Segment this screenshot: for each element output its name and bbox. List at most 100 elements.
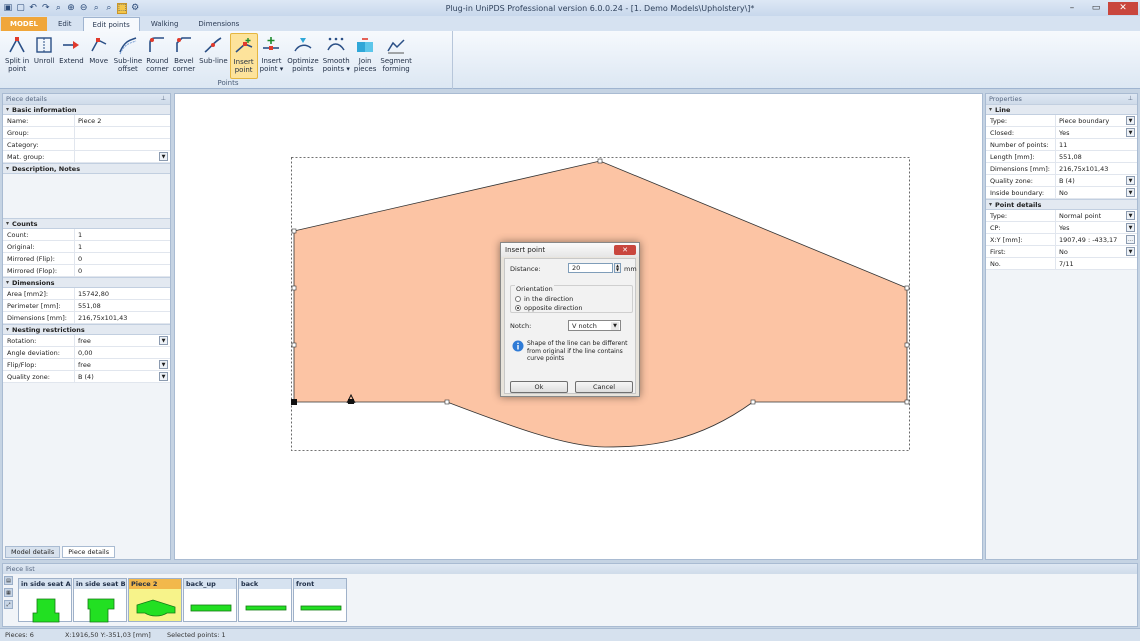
property-row[interactable]: Quality zone: B (4) ▼ — [986, 175, 1137, 187]
tab-edit[interactable]: Edit — [49, 17, 81, 31]
section-header[interactable]: ▾ Point details — [986, 199, 1137, 210]
property-value[interactable]: Piece 2 — [75, 115, 170, 126]
zoom-out-icon[interactable]: ⊖ — [79, 3, 89, 14]
property-row[interactable]: Mirrored (Flip): 0 — [3, 253, 170, 265]
property-value[interactable]: free ▼ — [75, 335, 170, 346]
chevron-down-icon[interactable]: ▼ — [159, 360, 168, 369]
section-header[interactable]: ▾ Line — [986, 104, 1137, 115]
collapse-icon[interactable]: ▾ — [3, 165, 12, 172]
property-row[interactable]: X:Y [mm]: 1907,49 : -433,17… — [986, 234, 1137, 246]
property-value[interactable]: 1 — [75, 229, 170, 240]
redo-icon[interactable]: ↷ — [41, 3, 51, 14]
selected-point[interactable] — [291, 399, 297, 405]
chevron-down-icon[interactable]: ▼ — [1126, 247, 1135, 256]
property-row[interactable]: First: No ▼ — [986, 246, 1137, 258]
tab-walking[interactable]: Walking — [142, 17, 188, 31]
property-value[interactable]: ▼ — [75, 151, 170, 162]
bevel-corner-button[interactable]: Bevel corner — [171, 33, 198, 79]
property-row[interactable]: Name: Piece 2 — [3, 115, 170, 127]
close-icon[interactable]: ✕ — [1108, 1, 1138, 15]
chevron-down-icon[interactable]: ▼ — [1126, 188, 1135, 197]
insert-point-button[interactable]: Insert point — [229, 33, 258, 79]
property-value[interactable]: 7/11 — [1056, 258, 1137, 269]
grid-view-icon[interactable]: ▦ — [4, 588, 13, 597]
property-row[interactable]: Perimeter [mm]: 551,08 — [3, 300, 170, 312]
move-button[interactable]: Move — [86, 33, 112, 79]
inserted-point[interactable] — [348, 399, 354, 404]
property-value[interactable]: 551,08 — [75, 300, 170, 311]
property-value[interactable]: Yes ▼ — [1056, 222, 1137, 233]
property-row[interactable]: CP: Yes ▼ — [986, 222, 1137, 234]
property-value[interactable] — [75, 139, 170, 150]
chevron-down-icon[interactable]: ▼ — [1126, 176, 1135, 185]
minimize-icon[interactable]: – — [1060, 2, 1084, 15]
property-row[interactable]: Type: Normal point ▼ — [986, 210, 1137, 222]
property-value[interactable]: 0 — [75, 253, 170, 264]
pin-icon[interactable]: ⊥ — [161, 94, 166, 104]
chevron-down-icon[interactable]: ▼ — [1126, 116, 1135, 125]
chevron-down-icon[interactable]: ▼ — [611, 322, 619, 330]
zoom-in-icon[interactable]: ⊕ — [66, 3, 76, 14]
property-row[interactable]: Dimensions [mm]: 216,75x101,43 — [3, 312, 170, 324]
distance-input[interactable]: 20 — [568, 263, 613, 273]
chevron-down-icon[interactable]: ▼ — [1126, 128, 1135, 137]
fit-view-icon[interactable]: ⤢ — [4, 600, 13, 609]
property-row[interactable]: Original: 1 — [3, 241, 170, 253]
property-value[interactable]: B (4) ▼ — [1056, 175, 1137, 186]
collapse-icon[interactable]: ▾ — [3, 106, 12, 113]
property-value[interactable]: No ▼ — [1056, 187, 1137, 198]
property-value[interactable]: 1907,49 : -433,17… — [1056, 234, 1137, 245]
maximize-icon[interactable]: ▭ — [1084, 2, 1108, 15]
property-row[interactable]: Flip/Flop: free ▼ — [3, 359, 170, 371]
property-value[interactable]: 0,00 — [75, 347, 170, 358]
pin-icon[interactable]: ⊥ — [1128, 94, 1133, 104]
property-value[interactable]: 0 — [75, 265, 170, 276]
property-value[interactable]: Normal point ▼ — [1056, 210, 1137, 221]
property-value[interactable]: Yes ▼ — [1056, 127, 1137, 138]
collapse-icon[interactable]: ▾ — [986, 106, 995, 113]
property-value[interactable] — [75, 127, 170, 138]
property-row[interactable]: Inside boundary: No ▼ — [986, 187, 1137, 199]
distance-spinner[interactable]: ▲ ▼ — [614, 263, 621, 273]
chevron-down-icon[interactable]: ▼ — [1126, 211, 1135, 220]
notch-select[interactable]: V notch ▼ — [568, 320, 621, 331]
join-pieces-button[interactable]: Join pieces — [352, 33, 379, 79]
property-row[interactable]: Closed: Yes ▼ — [986, 127, 1137, 139]
property-row[interactable]: Count: 1 — [3, 229, 170, 241]
collapse-icon[interactable]: ▾ — [3, 220, 12, 227]
zoom-fit-icon[interactable]: ⌕ — [91, 3, 101, 14]
property-value[interactable]: 216,75x101,43 — [75, 312, 170, 323]
property-row[interactable]: Rotation: free ▼ — [3, 335, 170, 347]
property-value[interactable]: No ▼ — [1056, 246, 1137, 257]
ellipsis-button[interactable]: … — [1126, 235, 1135, 244]
tab-piece-details[interactable]: Piece details — [62, 546, 116, 558]
segment-forming-button[interactable]: Segment forming — [378, 33, 414, 79]
chevron-down-icon[interactable]: ▼ — [159, 372, 168, 381]
select-tool-icon[interactable]: ⬚ — [116, 2, 128, 14]
tab-model-details[interactable]: Model details — [5, 546, 61, 558]
radio-circle-selected[interactable] — [515, 305, 521, 311]
piece-thumbnail[interactable]: Piece 2 — [128, 578, 182, 622]
sub-line-button[interactable]: Sub-line — [197, 33, 229, 79]
property-value[interactable]: B (4) ▼ — [75, 371, 170, 382]
property-value[interactable]: free ▼ — [75, 359, 170, 370]
list-view-icon[interactable]: ▤ — [4, 576, 13, 585]
sub-line-offset-button[interactable]: Sub-line offset — [112, 33, 144, 79]
chevron-down-icon[interactable]: ▼ — [1126, 223, 1135, 232]
section-header[interactable]: ▾ Description, Notes — [3, 163, 170, 174]
property-row[interactable]: Category: — [3, 139, 170, 151]
property-value[interactable]: 216,75x101,43 — [1056, 163, 1137, 174]
property-value[interactable]: Piece boundary ▼ — [1056, 115, 1137, 126]
section-header[interactable]: ▾ Dimensions — [3, 277, 170, 288]
radio-opposite-direction[interactable]: opposite direction — [515, 304, 583, 312]
tab-edit-points[interactable]: Edit points — [82, 17, 140, 31]
radio-in-direction[interactable]: in the direction — [515, 295, 573, 303]
property-value[interactable]: 15742,80 — [75, 288, 170, 299]
unroll-button[interactable]: Unroll — [31, 33, 57, 79]
app-menu-icon[interactable]: ▣ — [3, 3, 13, 14]
tab-dimensions[interactable]: Dimensions — [189, 17, 248, 31]
section-header[interactable]: ▾ Nesting restrictions — [3, 324, 170, 335]
collapse-icon[interactable]: ▾ — [3, 279, 12, 286]
section-header[interactable]: ▾ Counts — [3, 218, 170, 229]
undo-icon[interactable]: ↶ — [28, 3, 38, 14]
